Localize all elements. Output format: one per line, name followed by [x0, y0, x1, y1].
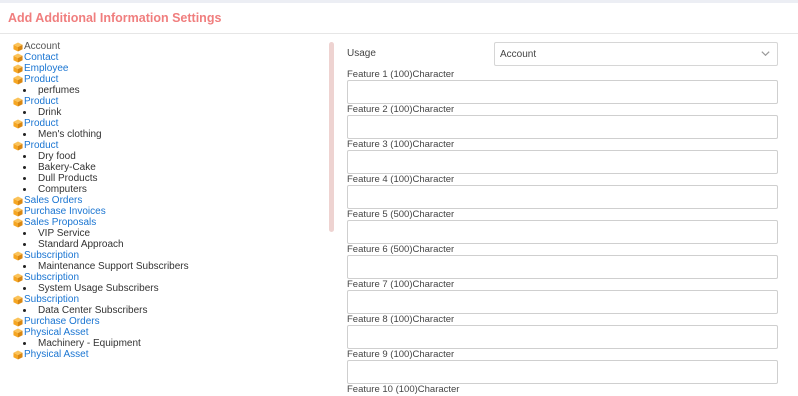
- tree-node-label[interactable]: Product: [24, 96, 58, 107]
- feature-label: Feature 4 (100)Character: [347, 174, 455, 185]
- tree-node-label[interactable]: Subscription: [24, 272, 79, 283]
- tree-children: Data Center Subscribers: [12, 305, 322, 316]
- tree-node-label[interactable]: Physical Asset: [24, 327, 88, 338]
- feature-input[interactable]: [347, 185, 778, 209]
- tree-node: Subscription: [12, 294, 322, 305]
- feature-label: Feature 1 (100)Character: [347, 69, 455, 80]
- tree-children: Dry food Bakery-Cake Dull Products Computer…: [12, 151, 322, 195]
- cube-icon: [12, 52, 24, 63]
- feature-label: Feature 7 (100)Character: [347, 279, 455, 290]
- tree-node: Sales Orders: [12, 195, 322, 206]
- tree-child-item: Dry food: [12, 151, 322, 162]
- cube-icon: [12, 195, 24, 206]
- feature-input[interactable]: [347, 115, 778, 139]
- tree-children: perfumes: [12, 85, 322, 96]
- tree-node: Product: [12, 74, 322, 85]
- cube-icon: [12, 294, 24, 305]
- tree-child-item: Men's clothing: [12, 129, 322, 140]
- tree-node-label[interactable]: Contact: [24, 52, 58, 63]
- category-tree: Account Contact Employee Product perfumes Pro…: [12, 41, 322, 360]
- tree-node: Sales Proposals: [12, 217, 322, 228]
- cube-icon: [12, 118, 24, 129]
- tree-children: Maintenance Support Subscribers: [12, 261, 322, 272]
- tree-node: Subscription: [12, 250, 322, 261]
- tree-node: Physical Asset: [12, 327, 322, 338]
- feature-label: Feature 8 (100)Character: [347, 314, 455, 325]
- tree-node-label: Account: [24, 41, 61, 52]
- usage-label: Usage: [347, 48, 376, 59]
- tree-node: Account: [12, 41, 322, 52]
- tree-child-item: perfumes: [12, 85, 322, 96]
- cube-icon: [12, 250, 24, 261]
- tree-child-item: Bakery-Cake: [12, 162, 322, 173]
- usage-select[interactable]: Account: [494, 42, 778, 66]
- tree-child-item: Dull Products: [12, 173, 322, 184]
- tree-node-label[interactable]: Sales Orders: [24, 195, 82, 206]
- tree-node-label[interactable]: Subscription: [24, 250, 79, 261]
- tree-children: Machinery - Equipment: [12, 338, 322, 349]
- tree-node: Product: [12, 118, 322, 129]
- cube-icon: [12, 327, 24, 338]
- feature-input[interactable]: [347, 220, 778, 244]
- tree-node-label[interactable]: Product: [24, 74, 58, 85]
- cube-icon: [12, 349, 24, 360]
- feature-label: Feature 9 (100)Character: [347, 349, 455, 360]
- tree-node: Product: [12, 140, 322, 151]
- cube-icon: [12, 206, 24, 217]
- tree-node: Subscription: [12, 272, 322, 283]
- cube-icon: [12, 63, 24, 74]
- cube-icon: [12, 74, 24, 85]
- tree-node-label[interactable]: Purchase Invoices: [24, 206, 106, 217]
- tree-node: Purchase Orders: [12, 316, 322, 327]
- feature-input[interactable]: [347, 360, 778, 384]
- tree-node-label[interactable]: Physical Asset: [24, 349, 88, 360]
- tree-child-item: Machinery - Equipment: [12, 338, 322, 349]
- tree-node: Employee: [12, 63, 322, 74]
- tree-node-label[interactable]: Employee: [24, 63, 68, 74]
- feature-input[interactable]: [347, 255, 778, 279]
- tree-child-item: Standard Approach: [12, 239, 322, 250]
- tree-child-item: VIP Service: [12, 228, 322, 239]
- feature-input[interactable]: [347, 80, 778, 104]
- tree-children: System Usage Subscribers: [12, 283, 322, 294]
- tree-node-label[interactable]: Sales Proposals: [24, 217, 96, 228]
- feature-input[interactable]: [347, 290, 778, 314]
- chevron-down-icon: [761, 51, 770, 57]
- tree-scrollbar[interactable]: [329, 42, 334, 232]
- cube-icon: [12, 217, 24, 228]
- tree-child-item: Data Center Subscribers: [12, 305, 322, 316]
- page-title: Add Additional Information Settings: [8, 11, 222, 25]
- feature-label: Feature 3 (100)Character: [347, 139, 455, 150]
- cube-icon: [12, 41, 24, 52]
- tree-child-item: Computers: [12, 184, 322, 195]
- tree-node-label[interactable]: Product: [24, 118, 58, 129]
- cube-icon: [12, 96, 24, 107]
- tree-node: Purchase Invoices: [12, 206, 322, 217]
- tree-children: Drink: [12, 107, 322, 118]
- feature-input[interactable]: [347, 150, 778, 174]
- tree-children: Men's clothing: [12, 129, 322, 140]
- page-header: Add Additional Information Settings: [0, 3, 798, 34]
- usage-selected-value: Account: [500, 49, 537, 60]
- tree-child-item: System Usage Subscribers: [12, 283, 322, 294]
- tree-child-item: Drink: [12, 107, 322, 118]
- cube-icon: [12, 140, 24, 151]
- tree-node-label[interactable]: Product: [24, 140, 58, 151]
- feature-label: Feature 2 (100)Character: [347, 104, 455, 115]
- tree-node: Product: [12, 96, 322, 107]
- tree-children: VIP Service Standard Approach: [12, 228, 322, 250]
- cube-icon: [12, 272, 24, 283]
- tree-node-label[interactable]: Subscription: [24, 294, 79, 305]
- cube-icon: [12, 316, 24, 327]
- feature-label: Feature 6 (500)Character: [347, 244, 455, 255]
- feature-input[interactable]: [347, 325, 778, 349]
- feature-label: Feature 5 (500)Character: [347, 209, 455, 220]
- tree-node-label[interactable]: Purchase Orders: [24, 316, 100, 327]
- feature-label: Feature 10 (100)Character: [347, 384, 460, 395]
- tree-child-item: Maintenance Support Subscribers: [12, 261, 322, 272]
- tree-node: Physical Asset: [12, 349, 322, 360]
- tree-node: Contact: [12, 52, 322, 63]
